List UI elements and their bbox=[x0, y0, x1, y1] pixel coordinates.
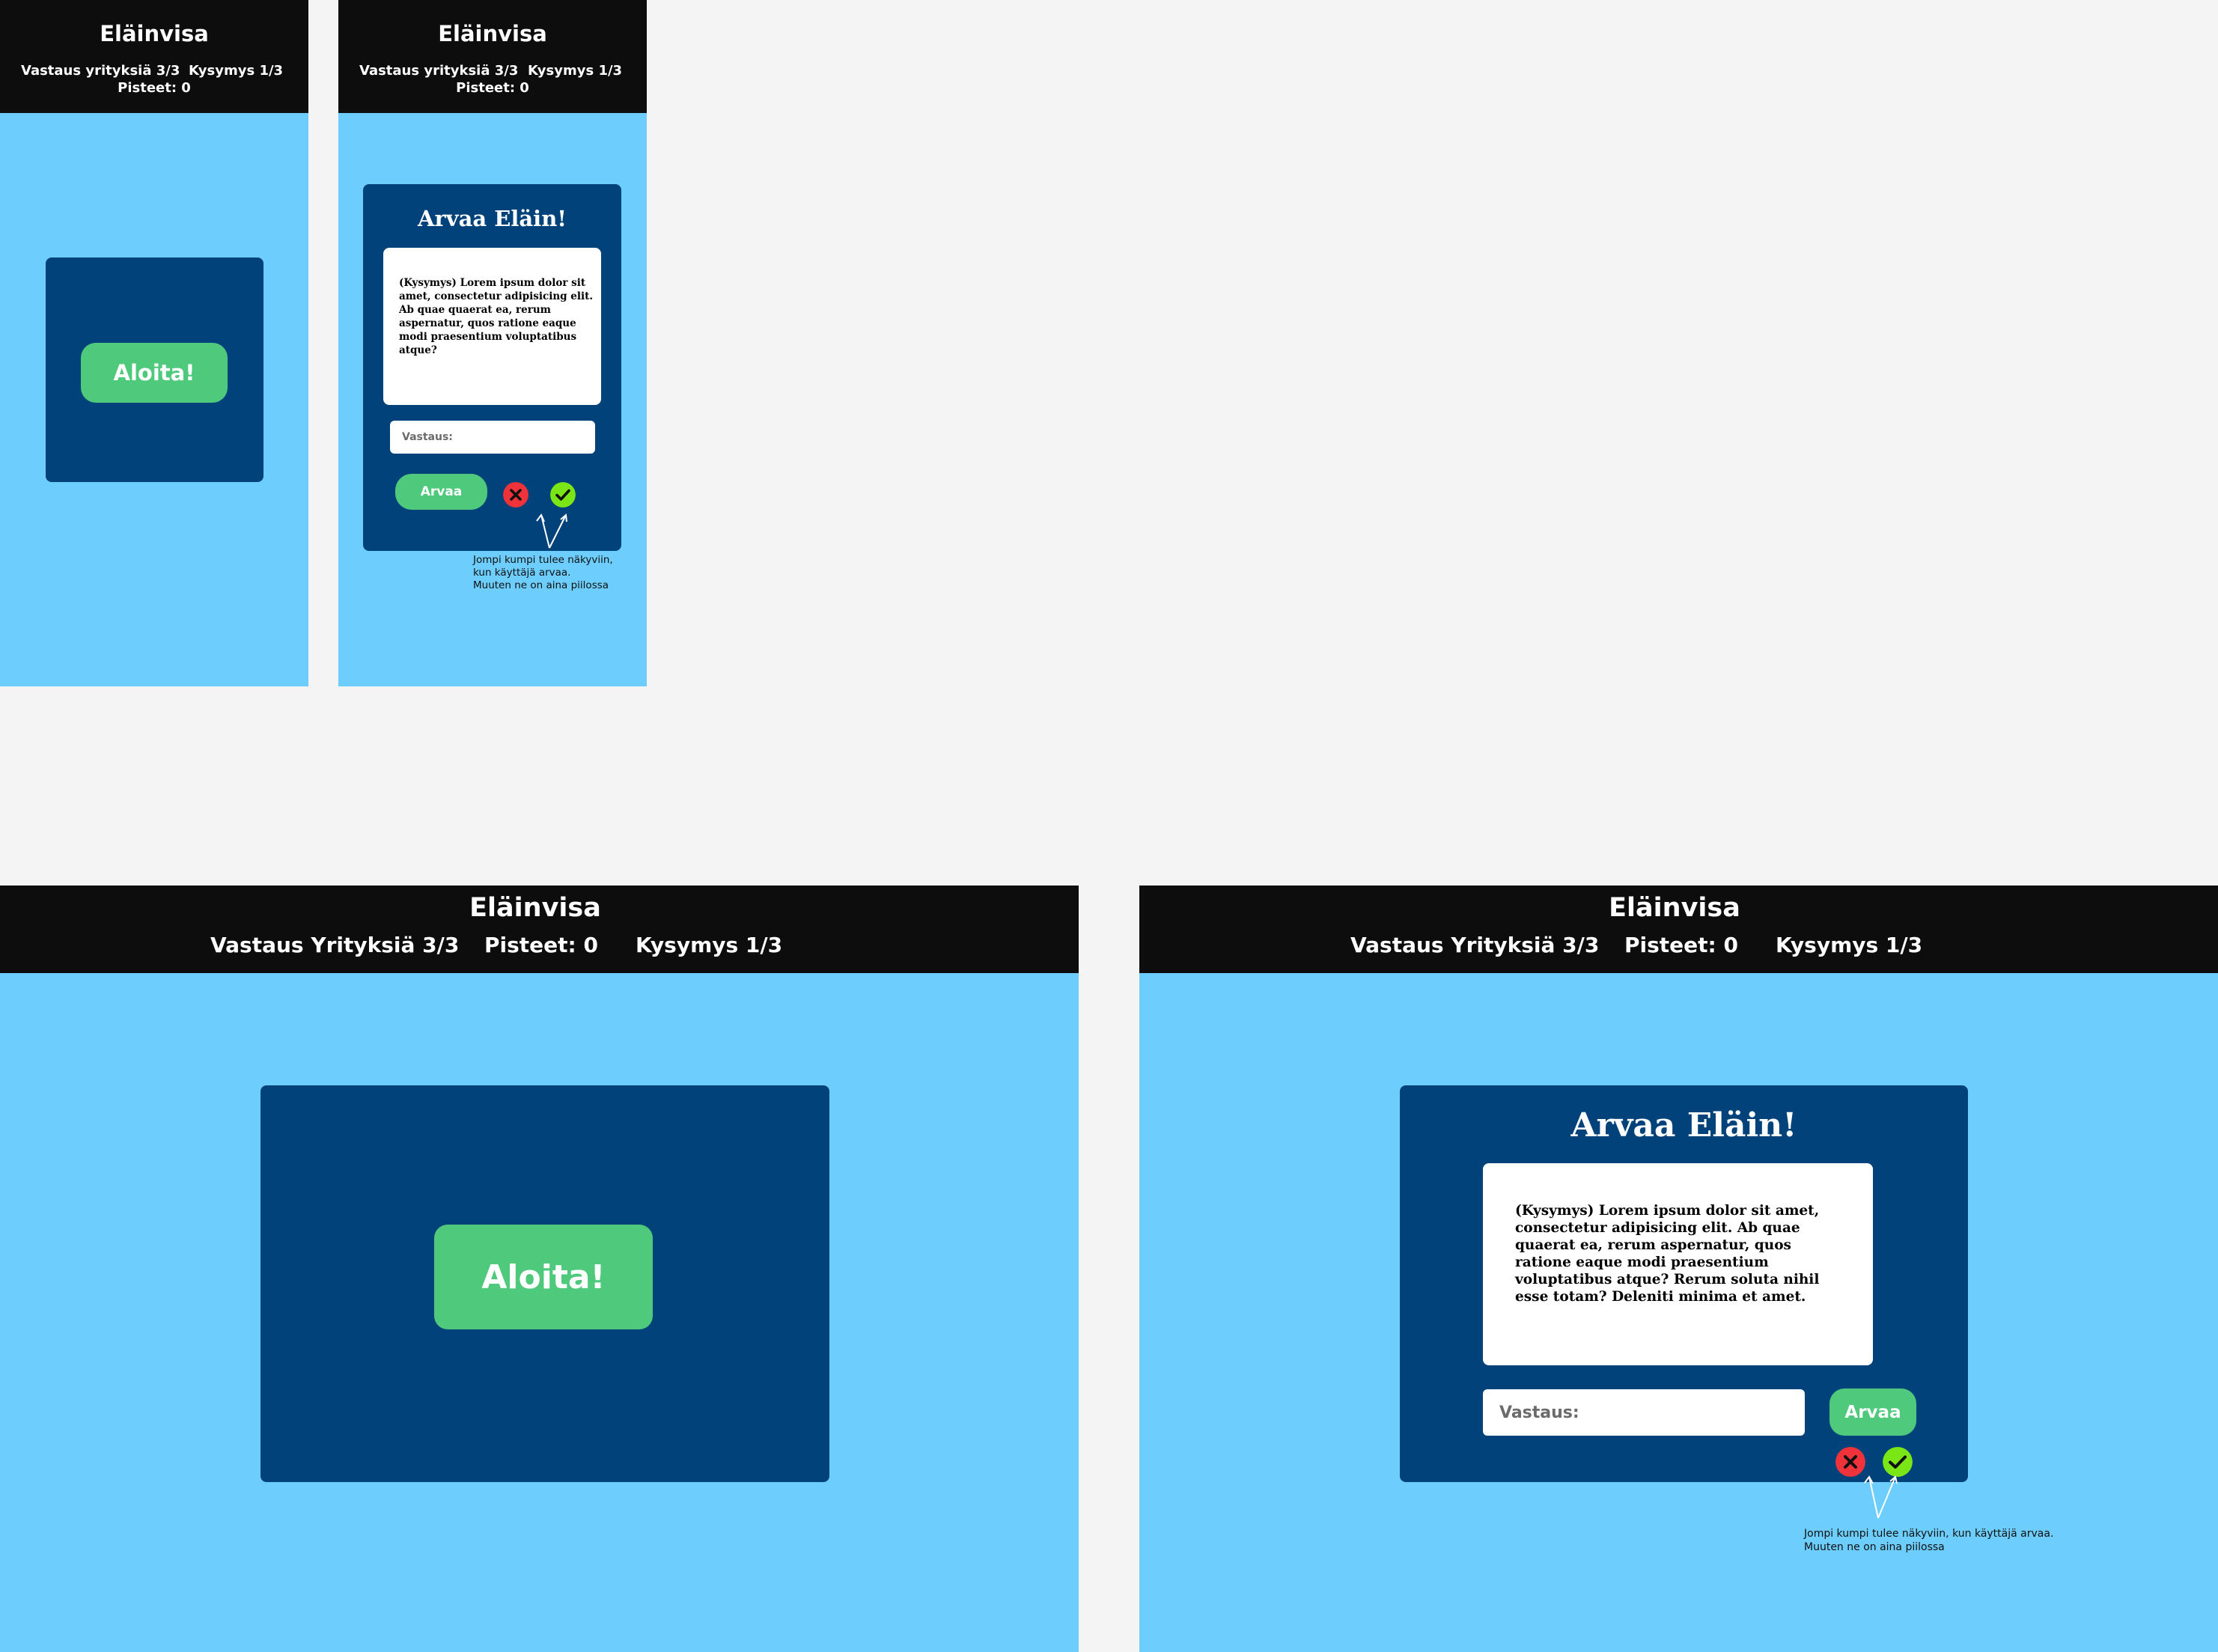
quiz-card: Arvaa Eläin! (Kysymys) Lorem ipsum dolor… bbox=[1400, 1085, 1968, 1482]
annotation-arrows bbox=[536, 513, 567, 549]
annotation-line: Jompi kumpi tulee näkyviin, kun käyttäjä… bbox=[1804, 1528, 2054, 1540]
attempts-counter: Vastaus Yrityksiä 3/3 bbox=[210, 933, 460, 957]
app-header: Eläinvisa Vastaus yrityksiä 3/3 Kysymys … bbox=[338, 0, 647, 113]
annotation-note: Jompi kumpi tulee näkyviin, kun käyttäjä… bbox=[473, 554, 613, 592]
app-title: Eläinvisa bbox=[100, 21, 209, 46]
quiz-card: Arvaa Eläin! (Kysymys) Lorem ipsum dolor… bbox=[363, 184, 621, 551]
app-title: Eläinvisa bbox=[469, 893, 601, 923]
answer-input[interactable]: Vastaus: bbox=[390, 421, 595, 454]
question-counter: Kysymys 1/3 bbox=[189, 63, 284, 79]
app-title: Eläinvisa bbox=[438, 21, 547, 46]
desktop-start-frame: Eläinvisa Vastaus Yrityksiä 3/3 Pisteet:… bbox=[0, 886, 1079, 1652]
question-box: (Kysymys) Lorem ipsum dolor sit amet, co… bbox=[383, 248, 601, 405]
start-button[interactable]: Aloita! bbox=[434, 1225, 653, 1329]
guess-button[interactable]: Arvaa bbox=[395, 474, 487, 510]
annotation-line: kun käyttäjä arvaa. bbox=[473, 566, 571, 579]
attempts-counter: Vastaus yrityksiä 3/3 bbox=[21, 63, 180, 79]
answer-input[interactable]: Vastaus: bbox=[1483, 1389, 1805, 1436]
question-counter: Kysymys 1/3 bbox=[528, 63, 623, 79]
score-counter: Pisteet: 0 bbox=[484, 933, 598, 957]
question-text: (Kysymys) Lorem ipsum dolor sit amet, co… bbox=[1515, 1203, 1820, 1305]
annotation-line: Muuten ne on aina piilossa bbox=[473, 579, 609, 591]
question-box: (Kysymys) Lorem ipsum dolor sit amet, co… bbox=[1483, 1163, 1873, 1365]
attempts-counter: Vastaus yrityksiä 3/3 bbox=[359, 63, 519, 79]
question-text: (Kysymys) Lorem ipsum dolor sit amet, co… bbox=[399, 277, 594, 356]
mobile-start-frame: Eläinvisa Vastaus yrityksiä 3/3 Kysymys … bbox=[0, 0, 308, 686]
desktop-quiz-frame: Eläinvisa Vastaus Yrityksiä 3/3 Pisteet:… bbox=[1139, 886, 2218, 1652]
app-title: Eläinvisa bbox=[1609, 893, 1740, 923]
score-counter: Pisteet: 0 bbox=[118, 80, 191, 96]
attempts-counter: Vastaus Yrityksiä 3/3 bbox=[1350, 933, 1600, 957]
quiz-heading: Arvaa Eläin! bbox=[417, 206, 567, 231]
app-header: Eläinvisa Vastaus Yrityksiä 3/3 Pisteet:… bbox=[0, 886, 1079, 973]
guess-button[interactable]: Arvaa bbox=[1829, 1389, 1916, 1436]
app-header: Eläinvisa Vastaus yrityksiä 3/3 Kysymys … bbox=[0, 0, 308, 113]
score-counter: Pisteet: 0 bbox=[456, 80, 529, 96]
mobile-quiz-frame: Eläinvisa Vastaus yrityksiä 3/3 Kysymys … bbox=[338, 0, 647, 686]
start-card: Aloita! bbox=[46, 257, 263, 482]
annotation-line: Jompi kumpi tulee näkyviin, bbox=[473, 554, 613, 566]
start-card: Aloita! bbox=[261, 1085, 829, 1482]
annotation-note: Jompi kumpi tulee näkyviin, kun käyttäjä… bbox=[1804, 1528, 2053, 1554]
question-counter: Kysymys 1/3 bbox=[1776, 933, 1923, 957]
score-counter: Pisteet: 0 bbox=[1624, 933, 1738, 957]
quiz-heading: Arvaa Eläin! bbox=[1570, 1106, 1797, 1144]
question-counter: Kysymys 1/3 bbox=[636, 933, 783, 957]
close-icon bbox=[503, 482, 528, 508]
app-header: Eläinvisa Vastaus Yrityksiä 3/3 Pisteet:… bbox=[1139, 886, 2218, 973]
annotation-arrows bbox=[1864, 1475, 1898, 1519]
annotation-line: Muuten ne on aina piilossa bbox=[1804, 1540, 1945, 1553]
start-button[interactable]: Aloita! bbox=[81, 343, 228, 403]
